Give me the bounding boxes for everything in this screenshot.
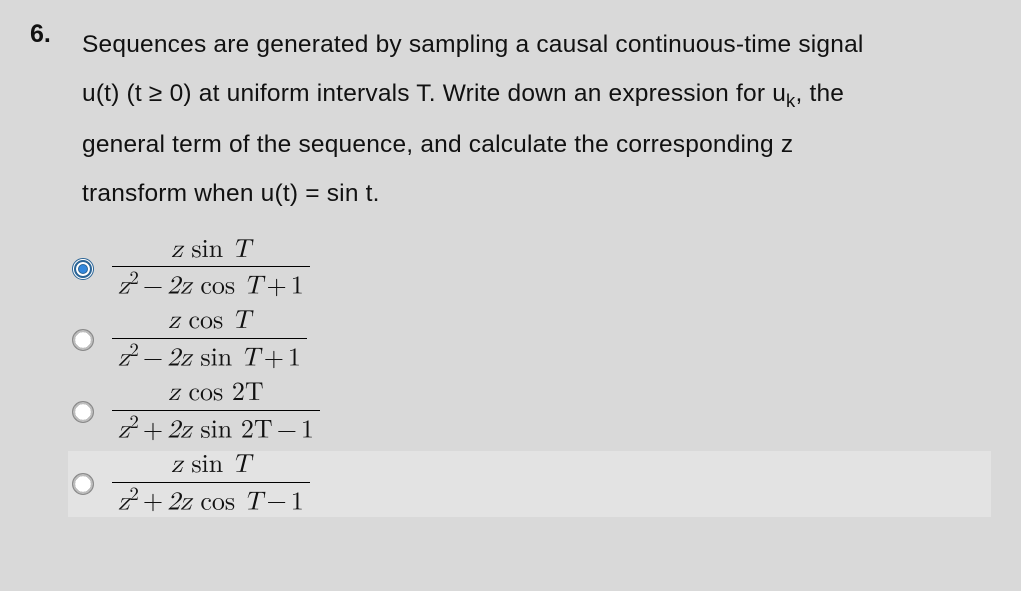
radio-icon[interactable] [72,329,94,351]
option-3-expression: z cos 2T z2+2z sin 2T−1 [112,379,320,445]
question-body: Sequences are generated by sampling a ca… [82,20,991,517]
radio-icon[interactable] [72,401,94,423]
radio-icon[interactable] [72,473,94,495]
question-block: 6. Sequences are generated by sampling a… [30,20,991,517]
option-2[interactable]: z cos T z2−2z sin T+1 [68,307,991,373]
option-1-expression: z sin T z2−2z cos T+1 [112,236,310,302]
option-1[interactable]: z sin T z2−2z cos T+1 [68,236,991,302]
options-group: z sin T z2−2z cos T+1 z cos T z2−2z sin … [68,236,991,517]
qtext-line3: general term of the sequence, and calcul… [82,131,793,158]
qtext-line4: transform when u(t) = sin t. [82,180,380,207]
option-4-expression: z sin T z2+2z cos T−1 [112,451,310,517]
qtext-line1: Sequences are generated by sampling a ca… [82,31,864,58]
qtext-line2b: , the [795,80,844,107]
question-text: Sequences are generated by sampling a ca… [82,20,991,218]
option-3[interactable]: z cos 2T z2+2z sin 2T−1 [68,379,991,445]
qtext-line2a: u(t) (t ≥ 0) at uniform intervals T. Wri… [82,80,786,107]
option-2-expression: z cos T z2−2z sin T+1 [112,307,307,373]
question-number: 6. [30,20,60,517]
option-4[interactable]: z sin T z2+2z cos T−1 [68,451,991,517]
radio-icon[interactable] [72,258,94,280]
